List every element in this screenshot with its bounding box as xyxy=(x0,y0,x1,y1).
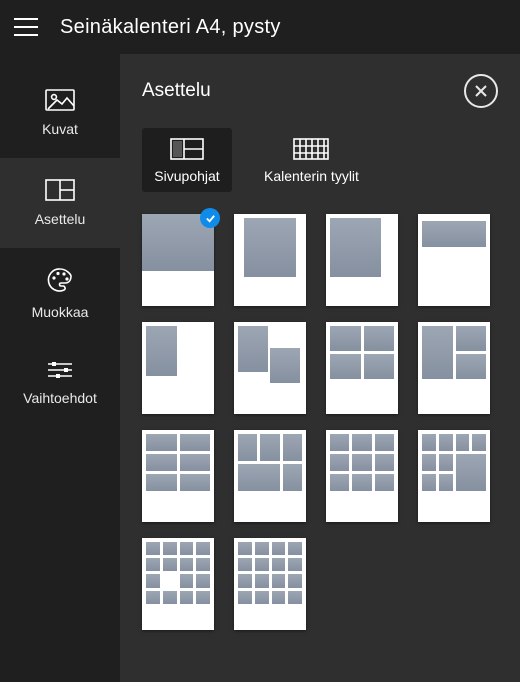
template-thumb[interactable] xyxy=(142,214,214,306)
tab-sivupohjat[interactable]: Sivupohjat xyxy=(142,128,232,192)
template-thumb[interactable] xyxy=(326,214,398,306)
page-title: Seinäkalenteri A4, pysty xyxy=(60,16,281,39)
sidebar-item-vaihtoehdot[interactable]: Vaihtoehdot xyxy=(0,338,120,428)
tab-label: Sivupohjat xyxy=(154,168,219,184)
app-header: Seinäkalenteri A4, pysty xyxy=(0,0,520,54)
sidebar: Kuvat Asettelu Muokkaa xyxy=(0,54,120,682)
close-icon xyxy=(474,84,488,98)
sidebar-item-label: Kuvat xyxy=(42,121,78,137)
layout-panel: Asettelu Sivupohjat xyxy=(120,54,520,682)
template-thumb[interactable] xyxy=(326,430,398,522)
hamburger-menu[interactable] xyxy=(14,13,42,41)
sidebar-item-label: Asettelu xyxy=(35,211,86,227)
template-thumb[interactable] xyxy=(234,538,306,630)
layout-icon xyxy=(45,179,75,201)
template-thumb[interactable] xyxy=(234,322,306,414)
template-thumb[interactable] xyxy=(142,430,214,522)
sidebar-item-asettelu[interactable]: Asettelu xyxy=(0,158,120,248)
tab-label: Kalenterin tyylit xyxy=(264,168,359,184)
template-thumb[interactable] xyxy=(418,430,490,522)
close-button[interactable] xyxy=(464,74,498,108)
keyboard-grid-icon xyxy=(293,138,329,160)
tab-kalenterin-tyylit[interactable]: Kalenterin tyylit xyxy=(252,128,371,192)
template-thumb[interactable] xyxy=(418,214,490,306)
panel-tabs: Sivupohjat Kalenterin tyylit xyxy=(142,128,498,192)
selected-check-icon xyxy=(200,208,220,228)
image-icon xyxy=(45,89,75,111)
template-thumb[interactable] xyxy=(418,322,490,414)
sidebar-item-label: Vaihtoehdot xyxy=(23,390,97,406)
template-thumb[interactable] xyxy=(142,538,214,630)
template-thumb[interactable] xyxy=(234,214,306,306)
palette-icon xyxy=(46,266,74,294)
page-templates-icon xyxy=(170,138,204,160)
panel-title: Asettelu xyxy=(142,80,211,102)
template-thumb[interactable] xyxy=(326,322,398,414)
template-thumb[interactable] xyxy=(142,322,214,414)
sliders-icon xyxy=(46,360,74,380)
sidebar-item-label: Muokkaa xyxy=(32,304,89,320)
sidebar-item-muokkaa[interactable]: Muokkaa xyxy=(0,248,120,338)
template-grid xyxy=(142,214,492,630)
sidebar-item-kuvat[interactable]: Kuvat xyxy=(0,68,120,158)
template-thumb[interactable] xyxy=(234,430,306,522)
